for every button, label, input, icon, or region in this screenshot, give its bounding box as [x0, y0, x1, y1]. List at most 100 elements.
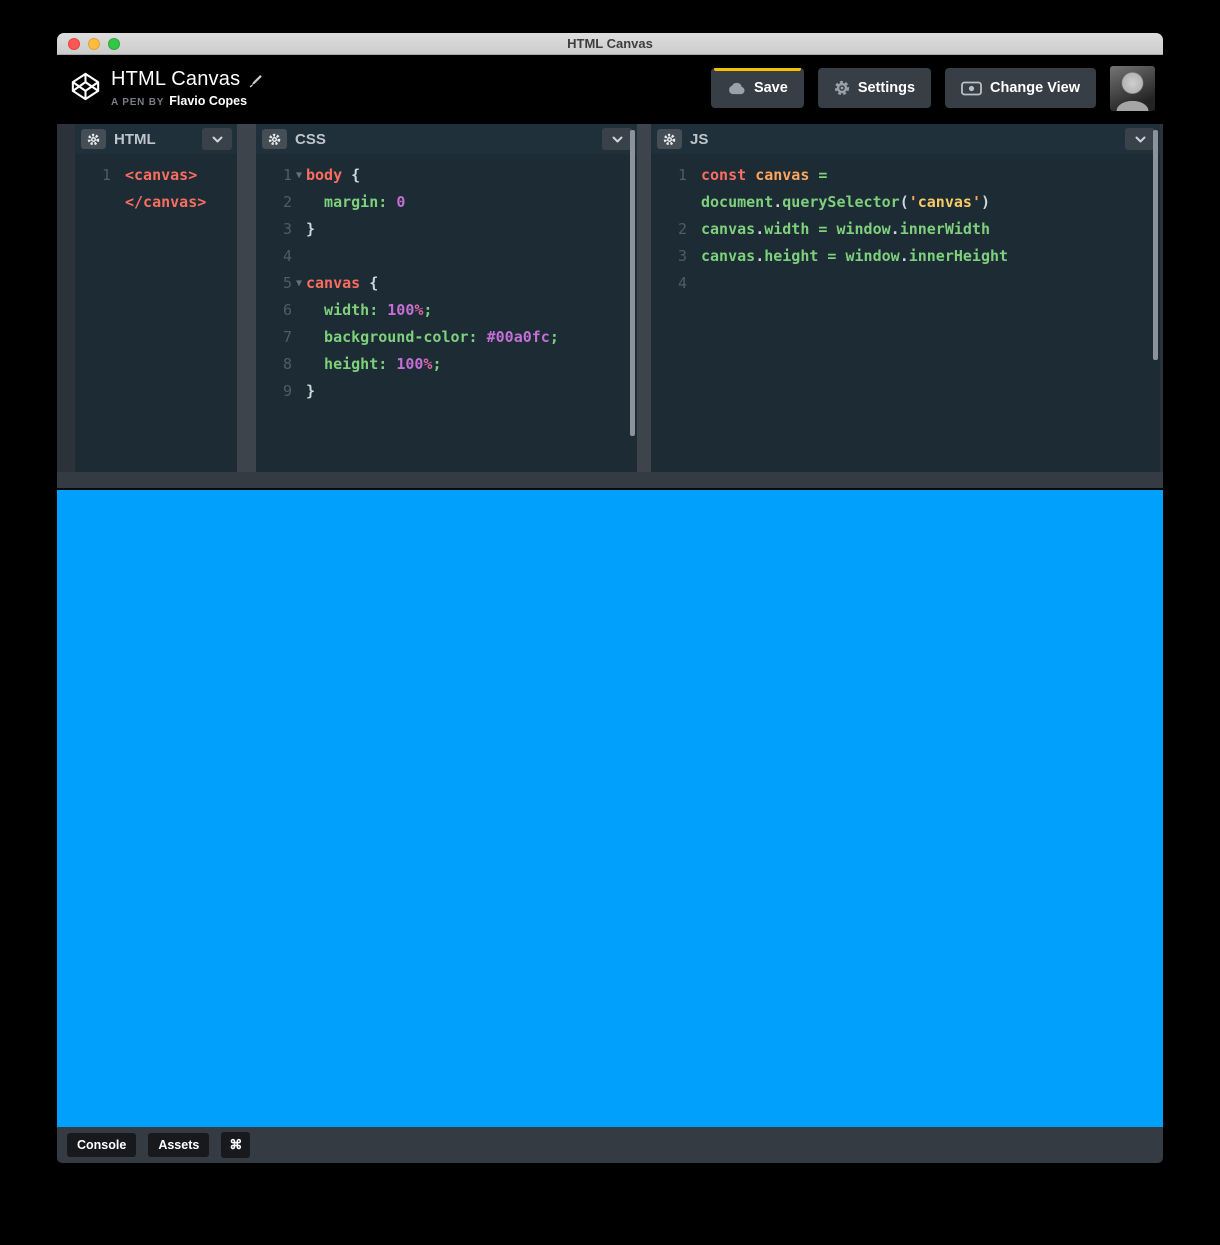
- keyboard-shortcuts-button[interactable]: ⌘: [221, 1132, 250, 1158]
- html-code-editor[interactable]: 1<canvas></canvas>: [75, 154, 237, 472]
- code-fold-spacer: [687, 189, 701, 216]
- line-number: 8: [256, 351, 292, 378]
- pencil-icon[interactable]: [249, 74, 263, 88]
- settings-button[interactable]: Settings: [818, 68, 931, 108]
- code-line: 7 background-color: #00a0fc;: [256, 324, 637, 351]
- pen-title: HTML Canvas: [111, 68, 240, 91]
- pen-header: HTML Canvas A PEN BY Flavio Copes Save: [57, 55, 1163, 121]
- line-number: 9: [256, 378, 292, 405]
- html-editor-panel: HTML 1<canvas></canvas>: [75, 124, 237, 472]
- user-avatar[interactable]: [1110, 66, 1155, 111]
- code-line: 2 margin: 0: [256, 189, 637, 216]
- close-window-button[interactable]: [68, 38, 80, 50]
- line-number: 3: [651, 243, 687, 270]
- code-fold-spacer: [292, 324, 306, 351]
- change-view-button[interactable]: Change View: [945, 68, 1096, 108]
- code-fold-spacer: [292, 297, 306, 324]
- chevron-down-icon: [612, 136, 623, 143]
- code-fold-spacer: [292, 378, 306, 405]
- js-panel-label: JS: [690, 131, 708, 148]
- css-editor-panel: CSS 1▼body {2 margin: 03}45▼canvas {6 wi…: [256, 124, 637, 472]
- code-line: 4: [256, 243, 637, 270]
- preview-divider[interactable]: [57, 472, 1163, 490]
- settings-button-label: Settings: [858, 80, 915, 96]
- code-fold-spacer: [111, 162, 125, 189]
- line-number: 4: [651, 270, 687, 297]
- code-fold-arrow-icon[interactable]: ▼: [292, 162, 306, 189]
- line-number: 3: [256, 216, 292, 243]
- chevron-down-icon: [212, 136, 223, 143]
- byline-prefix: A PEN BY: [111, 97, 164, 108]
- html-panel-header: HTML: [75, 124, 237, 154]
- css-code-editor[interactable]: 1▼body {2 margin: 03}45▼canvas {6 width:…: [256, 154, 637, 472]
- js-scrollbar[interactable]: [1153, 130, 1158, 360]
- code-line: </canvas>: [75, 189, 237, 216]
- gear-icon: [268, 133, 281, 146]
- line-number: 1: [651, 162, 687, 189]
- gear-icon: [834, 80, 850, 96]
- code-line: 6 width: 100%;: [256, 297, 637, 324]
- pen-byline: A PEN BY Flavio Copes: [111, 94, 263, 108]
- code-line: 1▼body {: [256, 162, 637, 189]
- js-collapse-button[interactable]: [1125, 128, 1155, 150]
- panel-resizer[interactable]: [637, 124, 651, 472]
- html-collapse-button[interactable]: [202, 128, 232, 150]
- save-button[interactable]: Save: [711, 68, 804, 108]
- line-number: 4: [256, 243, 292, 270]
- gear-icon: [663, 133, 676, 146]
- code-line: 8 height: 100%;: [256, 351, 637, 378]
- code-fold-spacer: [292, 351, 306, 378]
- line-number: 2: [256, 189, 292, 216]
- code-fold-spacer: [292, 216, 306, 243]
- code-fold-spacer: [687, 243, 701, 270]
- code-line: 3}: [256, 216, 637, 243]
- line-number: 1: [75, 162, 111, 189]
- css-panel-label: CSS: [295, 131, 326, 148]
- save-button-label: Save: [754, 80, 788, 96]
- editor-panels: HTML 1<canvas></canvas> CSS: [57, 121, 1163, 472]
- line-number: 5: [256, 270, 292, 297]
- console-button[interactable]: Console: [67, 1133, 136, 1157]
- fullscreen-window-button[interactable]: [108, 38, 120, 50]
- window-title: HTML Canvas: [567, 36, 653, 51]
- line-number: 6: [256, 297, 292, 324]
- code-fold-spacer: [292, 243, 306, 270]
- change-view-button-label: Change View: [990, 80, 1080, 96]
- css-panel-header: CSS: [256, 124, 637, 154]
- pen-author[interactable]: Flavio Copes: [169, 94, 247, 108]
- code-fold-spacer: [111, 189, 125, 216]
- code-fold-arrow-icon[interactable]: ▼: [292, 270, 306, 297]
- code-line: 1<canvas>: [75, 162, 237, 189]
- chevron-down-icon: [1135, 136, 1146, 143]
- code-line: 9}: [256, 378, 637, 405]
- gear-icon: [87, 133, 100, 146]
- css-settings-gear-button[interactable]: [262, 129, 287, 149]
- html-settings-gear-button[interactable]: [81, 129, 106, 149]
- assets-button[interactable]: Assets: [148, 1133, 209, 1157]
- line-number: 1: [256, 162, 292, 189]
- code-line: 4: [651, 270, 1160, 297]
- code-fold-spacer: [687, 162, 701, 189]
- code-line: 3canvas.height = window.innerHeight: [651, 243, 1160, 270]
- panel-resizer[interactable]: [237, 124, 256, 472]
- line-number: 7: [256, 324, 292, 351]
- js-editor-panel: JS 1const canvas =document.querySelector…: [651, 124, 1160, 472]
- app-window: HTML Canvas HTML Canvas A PEN BY Flavio …: [57, 33, 1163, 1163]
- pen-brand: HTML Canvas A PEN BY Flavio Copes: [70, 68, 263, 108]
- css-scrollbar[interactable]: [630, 130, 635, 436]
- view-icon: [961, 81, 982, 96]
- js-code-editor[interactable]: 1const canvas =document.querySelector('c…: [651, 154, 1160, 472]
- js-settings-gear-button[interactable]: [657, 129, 682, 149]
- codepen-logo-icon[interactable]: [70, 71, 101, 102]
- code-fold-spacer: [687, 216, 701, 243]
- traffic-lights: [68, 33, 120, 54]
- code-line: document.querySelector('canvas'): [651, 189, 1160, 216]
- preview-canvas: [57, 490, 1163, 1127]
- code-line: 1const canvas =: [651, 162, 1160, 189]
- code-line: 5▼canvas {: [256, 270, 637, 297]
- minimize-window-button[interactable]: [88, 38, 100, 50]
- code-fold-spacer: [687, 270, 701, 297]
- header-actions: Save Settings Change View: [711, 66, 1155, 111]
- css-collapse-button[interactable]: [602, 128, 632, 150]
- macos-titlebar: HTML Canvas: [57, 33, 1163, 55]
